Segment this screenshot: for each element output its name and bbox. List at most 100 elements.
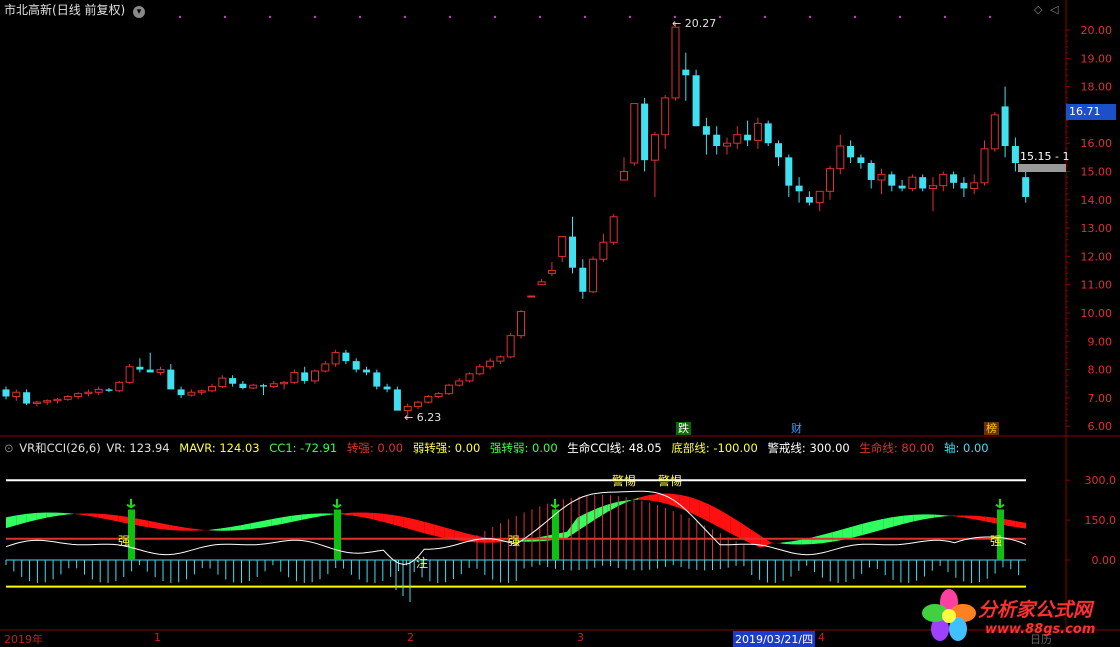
candle bbox=[641, 97, 649, 172]
candle-body bbox=[620, 171, 628, 181]
candle bbox=[239, 380, 247, 390]
candle bbox=[32, 400, 41, 407]
vr-band bbox=[261, 519, 272, 528]
marker-dot bbox=[313, 15, 317, 19]
date-month-2: 2 bbox=[407, 631, 414, 644]
candle bbox=[269, 380, 278, 388]
candle bbox=[527, 295, 536, 298]
candle bbox=[867, 160, 875, 189]
candle-body bbox=[269, 383, 278, 388]
vr-band bbox=[607, 501, 618, 512]
vr-band bbox=[903, 514, 914, 524]
candle bbox=[53, 397, 62, 404]
candle-body bbox=[517, 311, 525, 337]
signal-bar bbox=[334, 509, 341, 560]
candle bbox=[229, 375, 237, 387]
candle-body bbox=[280, 381, 289, 385]
news-tag-drop[interactable]: 跌 bbox=[676, 422, 691, 435]
candle-body bbox=[249, 384, 258, 389]
price-tick-label: 12.00 bbox=[1081, 250, 1113, 263]
vr-band bbox=[454, 530, 465, 542]
diamond-icon[interactable]: ◇ bbox=[1034, 3, 1042, 16]
marker-dot bbox=[898, 15, 902, 19]
candle bbox=[373, 369, 381, 390]
vr-band bbox=[199, 529, 210, 531]
candle-body bbox=[53, 398, 62, 402]
news-tag-finance[interactable]: 财 bbox=[789, 422, 804, 435]
vr-band bbox=[57, 512, 68, 516]
indicator-settings-icon[interactable]: ⊙ bbox=[4, 441, 14, 455]
vr-band bbox=[179, 526, 190, 531]
vr-band bbox=[862, 521, 873, 536]
candle-body bbox=[661, 97, 670, 136]
news-tag-ranking[interactable]: 榜 bbox=[984, 422, 999, 435]
candle bbox=[393, 386, 401, 411]
candle bbox=[260, 383, 267, 396]
candle-body bbox=[733, 134, 742, 144]
candle-body bbox=[815, 190, 824, 204]
candle-body bbox=[671, 26, 680, 99]
marker-dot bbox=[493, 15, 497, 19]
vr-band bbox=[169, 524, 180, 531]
candle bbox=[990, 112, 999, 152]
date-axis: 2019年 1 2 3 2019/03/21/四 4 日历 bbox=[0, 631, 1066, 647]
vr-band bbox=[342, 512, 353, 516]
candle bbox=[383, 383, 391, 393]
candle-body bbox=[589, 258, 598, 293]
dibu-value: 底部线: -100.00 bbox=[671, 441, 758, 455]
price-tick-label: 16.00 bbox=[1081, 137, 1113, 150]
candle-body bbox=[682, 69, 690, 76]
shengming-cci-value: 生命CCI线: 48.05 bbox=[567, 441, 662, 455]
candle bbox=[2, 386, 10, 400]
candle-body bbox=[826, 168, 834, 192]
vr-band bbox=[873, 518, 884, 533]
qiang-label-3: 强 bbox=[990, 534, 1003, 548]
candle bbox=[311, 369, 319, 384]
candle-body bbox=[43, 400, 52, 403]
vr-band bbox=[16, 513, 27, 526]
candle bbox=[187, 389, 196, 397]
candle-body bbox=[537, 281, 546, 286]
candle bbox=[764, 120, 772, 147]
vr-band bbox=[230, 525, 241, 531]
vr-band bbox=[26, 512, 37, 523]
candle-body bbox=[630, 103, 639, 164]
vr-band bbox=[322, 513, 333, 517]
candle-body bbox=[569, 236, 576, 268]
candle-body bbox=[650, 134, 659, 161]
chevron-down-icon[interactable]: ▾ bbox=[133, 6, 146, 18]
candle-body bbox=[301, 372, 309, 381]
marker-dot bbox=[988, 15, 992, 19]
candle bbox=[599, 233, 608, 263]
candle bbox=[795, 177, 803, 203]
vr-band bbox=[944, 515, 955, 517]
current-price-marker: 16.71 bbox=[1066, 104, 1116, 120]
candle-body bbox=[208, 386, 216, 392]
vr-band bbox=[383, 513, 394, 525]
price-chart[interactable]: 20.0019.0018.0017.0016.0015.0014.0013.00… bbox=[0, 0, 1120, 437]
flower-logo-icon bbox=[922, 589, 976, 641]
candle bbox=[167, 363, 175, 390]
price-tick-label: 19.00 bbox=[1081, 52, 1113, 65]
candle-body bbox=[692, 75, 700, 127]
expand-icon[interactable]: ◁ bbox=[1050, 3, 1058, 16]
candle-body bbox=[486, 360, 495, 368]
candle bbox=[661, 95, 670, 149]
indicator-name[interactable]: VR和CCI(26,6) bbox=[19, 441, 100, 455]
candle bbox=[434, 392, 443, 398]
candle bbox=[589, 256, 598, 294]
candle bbox=[713, 126, 721, 155]
marker-dot bbox=[178, 15, 182, 19]
level-annotation: 15.15 - 1 bbox=[1020, 150, 1070, 163]
candle-body bbox=[167, 369, 175, 390]
vr-band bbox=[791, 539, 802, 545]
candle-body bbox=[744, 134, 752, 141]
selected-date[interactable]: 2019/03/21/四 bbox=[733, 631, 816, 647]
candle bbox=[753, 117, 762, 149]
candle-body bbox=[867, 163, 875, 180]
vr-band bbox=[108, 514, 119, 522]
vr-band bbox=[852, 523, 863, 538]
vr-band bbox=[118, 515, 129, 524]
price-tick-label: 11.00 bbox=[1081, 279, 1113, 292]
candle-body bbox=[599, 241, 608, 260]
